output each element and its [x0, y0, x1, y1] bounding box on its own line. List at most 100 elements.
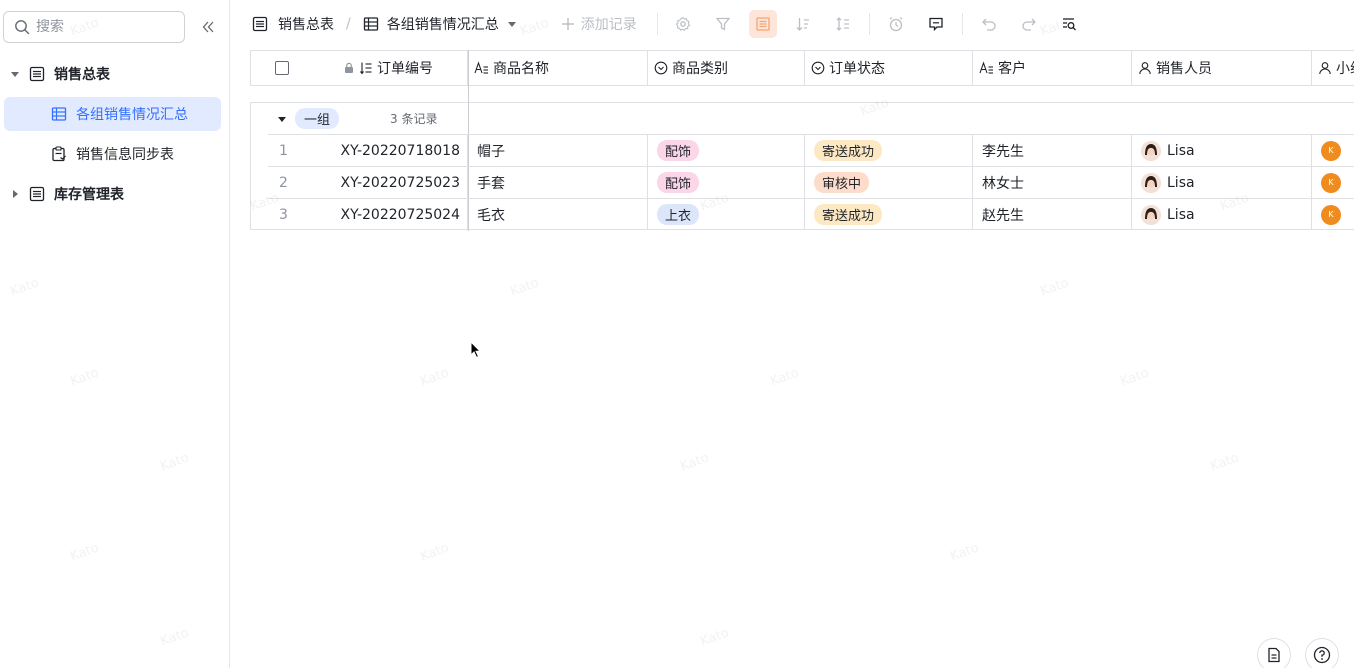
- comment-button[interactable]: [922, 10, 950, 38]
- toolbar-divider: [868, 13, 870, 35]
- breadcrumb-view[interactable]: 各组销售情况汇总: [363, 14, 517, 34]
- category-cell[interactable]: 配饰: [648, 167, 805, 198]
- collapse-sidebar-button[interactable]: [198, 17, 218, 37]
- reminder-button[interactable]: [882, 10, 910, 38]
- column-header-seller[interactable]: 销售人员: [1132, 51, 1312, 85]
- filter-button[interactable]: [709, 10, 737, 38]
- grid-view-icon: [363, 17, 378, 31]
- sidebar-item-label: 库存管理表: [54, 187, 124, 203]
- avatar: K: [1321, 204, 1341, 225]
- product-cell[interactable]: 帽子: [468, 135, 648, 166]
- add-record-button[interactable]: 添加记录: [557, 10, 641, 38]
- category-tag: 配饰: [657, 140, 700, 161]
- search-box[interactable]: [3, 11, 185, 43]
- breadcrumb-root[interactable]: 销售总表: [252, 14, 334, 34]
- column-header-label: 客户: [998, 61, 1026, 77]
- collapsed-arrow-icon[interactable]: [4, 189, 26, 199]
- group-header[interactable]: 一组 3 条记录: [251, 103, 1354, 134]
- toolbar-divider: [961, 13, 963, 35]
- customer-cell[interactable]: 赵先生: [973, 199, 1132, 230]
- group-tag: 一组: [295, 108, 340, 129]
- sidebar-item-inventory[interactable]: 库存管理表: [4, 177, 221, 211]
- record-group: 一组 3 条记录 1 XY-20220718018 帽子 配饰 寄送成功 李先生…: [250, 50, 1354, 231]
- column-header-label: 订单编号: [377, 61, 433, 77]
- breadcrumb-separator: /: [346, 16, 351, 32]
- sidebar-item-group-summary[interactable]: 各组销售情况汇总: [4, 97, 221, 131]
- mouse-cursor-icon: [470, 341, 482, 359]
- table-row[interactable]: 1 XY-20220718018 帽子 配饰 寄送成功 李先生 Lisa K: [268, 134, 1354, 166]
- row-height-button[interactable]: [829, 10, 857, 38]
- caret-down-icon[interactable]: [507, 19, 517, 29]
- watermark: Kato: [1038, 275, 1072, 300]
- expand-arrow-icon[interactable]: [4, 69, 26, 79]
- seller-cell[interactable]: Lisa: [1132, 167, 1312, 198]
- watermark: Kato: [508, 275, 542, 300]
- product-cell[interactable]: 毛衣: [468, 199, 648, 230]
- product-cell[interactable]: 手套: [468, 167, 648, 198]
- status-cell[interactable]: 审核中: [805, 167, 973, 198]
- help-icon: [1313, 646, 1331, 664]
- settings-button[interactable]: [669, 10, 697, 38]
- seller-name: Lisa: [1167, 206, 1195, 223]
- column-header-team[interactable]: 小组: [1312, 51, 1354, 85]
- person-icon: [1319, 62, 1331, 75]
- customer-cell[interactable]: 林女士: [973, 167, 1132, 198]
- avatar: [1141, 204, 1161, 225]
- redo-button[interactable]: [1015, 10, 1043, 38]
- order-id-cell[interactable]: XY-20220725024: [308, 199, 468, 230]
- column-header-label: 商品类别: [672, 61, 728, 77]
- person-icon: [1139, 62, 1151, 75]
- find-button[interactable]: [1055, 10, 1083, 38]
- lock-icon: [345, 62, 353, 73]
- status-cell[interactable]: 寄送成功: [805, 135, 973, 166]
- status-tag: 审核中: [814, 172, 870, 193]
- search-input[interactable]: [36, 19, 166, 35]
- seller-cell[interactable]: Lisa: [1132, 199, 1312, 230]
- order-id-cell[interactable]: XY-20220725023: [308, 167, 468, 198]
- column-header-label: 销售人员: [1156, 61, 1212, 77]
- status-tag: 寄送成功: [814, 204, 883, 225]
- document-button[interactable]: [1257, 638, 1291, 668]
- seller-name: Lisa: [1167, 142, 1195, 159]
- group-record-count: 3 条记录: [390, 112, 438, 126]
- collapse-group-icon[interactable]: [277, 114, 287, 124]
- column-header-status[interactable]: 订单状态: [805, 51, 973, 85]
- column-header-product[interactable]: 商品名称: [468, 51, 648, 85]
- customer-cell[interactable]: 李先生: [973, 135, 1132, 166]
- watermark: Kato: [768, 365, 802, 390]
- watermark: Kato: [418, 365, 452, 390]
- group-button[interactable]: [748, 10, 777, 38]
- team-cell[interactable]: K: [1312, 199, 1354, 230]
- toolbar: 销售总表 / 各组销售情况汇总 添加记录: [230, 0, 1354, 48]
- column-header-category[interactable]: 商品类别: [648, 51, 805, 85]
- category-cell[interactable]: 配饰: [648, 135, 805, 166]
- select-all-checkbox[interactable]: [275, 61, 289, 75]
- sidebar-item-sales-master[interactable]: 销售总表: [4, 57, 221, 91]
- help-button[interactable]: [1305, 638, 1339, 668]
- table-row[interactable]: 3 XY-20220725024 毛衣 上衣 寄送成功 赵先生 Lisa K: [268, 198, 1354, 230]
- sidebar-item-label: 销售信息同步表: [76, 147, 174, 163]
- text-field-icon: [979, 61, 993, 74]
- column-header-order-id[interactable]: 订单编号: [341, 51, 468, 85]
- watermark: Kato: [418, 540, 452, 565]
- single-select-icon: [654, 61, 668, 75]
- seller-cell[interactable]: Lisa: [1132, 135, 1312, 166]
- single-select-icon: [811, 61, 825, 75]
- gear-icon: [675, 16, 690, 32]
- table-row[interactable]: 2 XY-20220725023 手套 配饰 审核中 林女士 Lisa K: [268, 166, 1354, 198]
- undo-button[interactable]: [975, 10, 1003, 38]
- sort-button[interactable]: [789, 10, 817, 38]
- seller-name: Lisa: [1167, 174, 1195, 191]
- watermark: Kato: [1208, 450, 1242, 475]
- sidebar-item-sync-table[interactable]: 销售信息同步表: [4, 137, 221, 171]
- column-header-label: 商品名称: [493, 61, 549, 77]
- team-cell[interactable]: K: [1312, 167, 1354, 198]
- order-id-cell[interactable]: XY-20220718018: [308, 135, 468, 166]
- row-number: 2: [279, 174, 288, 191]
- add-record-label: 添加记录: [580, 17, 637, 33]
- team-cell[interactable]: K: [1312, 135, 1354, 166]
- category-cell[interactable]: 上衣: [648, 199, 805, 230]
- status-cell[interactable]: 寄送成功: [805, 199, 973, 230]
- breadcrumb-root-label: 销售总表: [278, 17, 334, 33]
- column-header-customer[interactable]: 客户: [973, 51, 1132, 85]
